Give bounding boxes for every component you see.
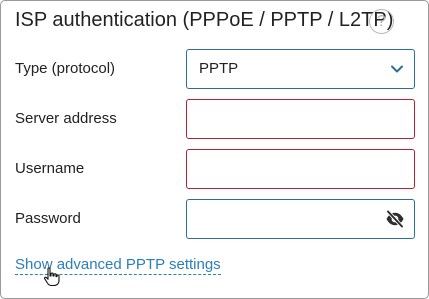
type-select[interactable]: PPTP xyxy=(186,49,415,89)
help-glyph: ? xyxy=(377,13,386,30)
type-select-value: PPTP xyxy=(199,60,239,77)
type-label: Type (protocol) xyxy=(15,60,116,77)
isp-authentication-panel: ISP authentication (PPPoE / PPTP / L2TP)… xyxy=(0,0,429,299)
username-input[interactable] xyxy=(186,149,415,189)
password-field[interactable] xyxy=(186,199,415,239)
hand-pointer-icon xyxy=(43,267,60,287)
password-label: Password xyxy=(15,210,81,227)
panel-title: ISP authentication (PPPoE / PPTP / L2TP) xyxy=(15,9,394,31)
username-label: Username xyxy=(15,160,85,177)
type-row: Type (protocol) PPTP xyxy=(1,49,428,89)
password-row: Password xyxy=(1,199,428,239)
eye-off-icon[interactable] xyxy=(385,210,405,228)
chevron-down-icon xyxy=(391,65,403,73)
question-circle-icon[interactable]: ? xyxy=(369,9,394,34)
server-row: Server address xyxy=(1,99,428,139)
server-address-label: Server address xyxy=(15,110,117,127)
server-address-input[interactable] xyxy=(186,99,415,139)
username-row: Username xyxy=(1,149,428,189)
